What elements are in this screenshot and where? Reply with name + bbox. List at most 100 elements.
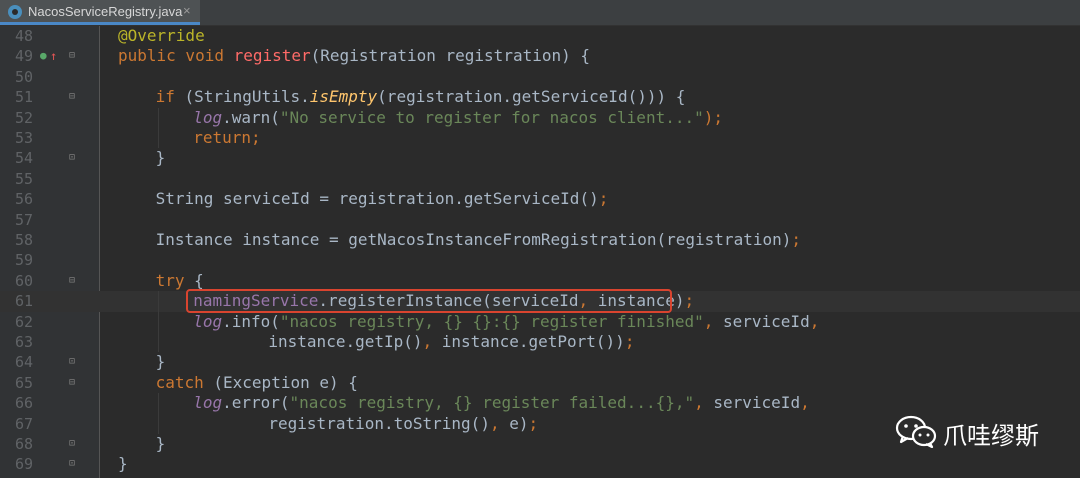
code-token: Instance instance = getNacosInstanceFrom… [155,230,792,249]
fold-toggle-icon[interactable]: ⊟ [69,87,75,107]
line-number: 61 [14,292,33,311]
code-token: .error( [222,393,290,413]
code-line[interactable]: 49 ● ↑ ⊟ public void register(Registration r… [0,46,1080,66]
line-number: 52 [14,108,33,127]
code-text: } [156,434,166,454]
line-number: 49 [14,47,33,66]
code-token: "nacos registry, {} register failed...{}… [289,393,695,413]
line-number: 56 [14,190,33,209]
code-line[interactable]: 56 String serviceId = registration.getSer… [0,189,1080,209]
code-token: , [422,332,442,351]
watermark-text: 爪哇缪斯 [943,422,1039,450]
watermark: 爪哇缪斯 [895,414,1065,450]
close-icon[interactable]: × [183,3,191,18]
code-text: public void register(Registration regist… [118,46,590,66]
code-line[interactable]: 51 ⊟ if (StringUtils.isEmpty(registration.… [0,87,1080,107]
editor-tab[interactable]: NacosServiceRegistry.java × [0,0,200,25]
code-line[interactable]: 54 ⊡} [0,148,1080,168]
code-token: return; [193,128,261,147]
override-marker-icon[interactable]: ● [40,46,47,66]
code-line[interactable]: 64 ⊡} [0,352,1080,372]
code-token: String serviceId = registration.getServi… [155,189,599,209]
java-class-icon [8,5,22,19]
fold-toggle-icon[interactable]: ⊟ [69,373,75,393]
code-line[interactable]: 62 log.info("nacos registry, {} {}:{} reg… [0,312,1080,332]
line-number: 62 [14,312,33,331]
code-token: ; [684,291,695,311]
code-line[interactable]: 58 Instance instance = getNacosInstanceFr… [0,230,1080,250]
code-token: serviceId [723,311,810,331]
code-text: log.warn("No service to register for nac… [193,108,723,128]
line-number: 50 [14,67,33,86]
code-text: } [156,352,166,372]
code-text: Instance instance = getNacosInstanceFrom… [156,230,801,250]
code-token: registration.toString() [268,413,490,433]
code-line[interactable]: 57 [0,210,1080,230]
line-number: 48 [14,27,33,45]
code-token: } [118,454,128,474]
code-token: catch [155,372,214,392]
code-line[interactable]: 52 log.warn("No service to register for n… [0,108,1080,128]
code-token: "nacos registry, {} {}:{} register finis… [279,311,704,331]
code-token: } [155,434,166,453]
code-token: ; [598,189,609,209]
code-text: catch (Exception e) { [156,373,358,393]
code-token: if [155,87,185,107]
code-token: (registration.getServiceId())) { [377,87,686,107]
fold-toggle-icon[interactable]: ⊟ [69,46,75,66]
code-text: return; [193,128,260,148]
fold-toggle-icon[interactable]: ⊡ [69,148,75,168]
code-token: ); [703,107,723,127]
code-token: , [800,393,810,413]
code-text: } [118,454,128,474]
code-token: , [703,311,723,331]
code-token: e) [509,413,529,433]
code-line[interactable]: 66 log.error("nacos registry, {} register… [0,393,1080,413]
code-token: instance.getIp() [268,332,423,351]
code-editor[interactable]: 48 @Override 49 ● ↑ ⊟ public void register(Reg… [0,26,1080,478]
code-text: registration.toString(), e); [268,414,538,434]
code-token: (StringUtils. [184,87,310,107]
code-line[interactable]: 59 [0,250,1080,270]
arrow-up-icon[interactable]: ↑ [50,46,57,66]
code-token: @Override [118,26,205,45]
code-token: log [193,393,223,413]
line-number: 68 [14,435,33,453]
code-token: register [233,46,311,66]
code-token: "No service to register for nacos client… [279,107,704,127]
code-token: public void [118,46,234,66]
code-token: isEmpty [309,87,378,107]
fold-toggle-icon[interactable]: ⊡ [69,434,75,454]
line-number: 58 [14,231,33,249]
code-token: { [194,270,204,290]
code-line[interactable]: 63 instance.getIp(), instance.getPort()); [0,332,1080,352]
code-token: log [193,311,223,331]
code-token: , [809,311,820,331]
code-line[interactable]: 53 return; [0,128,1080,148]
code-token: serviceId [713,393,801,413]
wechat-icon [895,415,937,448]
line-number: 55 [14,169,33,188]
code-line[interactable]: 50 [0,67,1080,87]
line-number: 57 [14,210,33,229]
fold-toggle-icon[interactable]: ⊡ [69,454,75,474]
code-token: (Registration registration) { [310,46,591,66]
line-number: 69 [14,455,33,474]
ide-window: NacosServiceRegistry.java × 48 @Override 4… [0,0,1080,478]
code-token: instance.getPort()) [441,332,625,351]
indent-guide [157,393,159,434]
code-line[interactable]: 48 @Override [0,26,1080,46]
fold-toggle-icon[interactable]: ⊡ [69,352,75,372]
line-number: 65 [14,373,33,392]
line-number: 67 [14,414,33,433]
code-line[interactable]: 65 ⊟ catch (Exception e) { [0,373,1080,393]
code-text: log.error("nacos registry, {} register f… [193,393,810,413]
code-token: } [155,148,166,168]
line-number: 51 [14,88,33,107]
tab-filename: NacosServiceRegistry.java [28,4,183,19]
code-line[interactable]: 69 ⊡} [0,454,1080,474]
code-line[interactable]: 55 [0,169,1080,189]
code-token: ; [624,332,635,351]
fold-toggle-icon[interactable]: ⊟ [69,271,75,291]
code-token: .warn( [222,107,280,127]
